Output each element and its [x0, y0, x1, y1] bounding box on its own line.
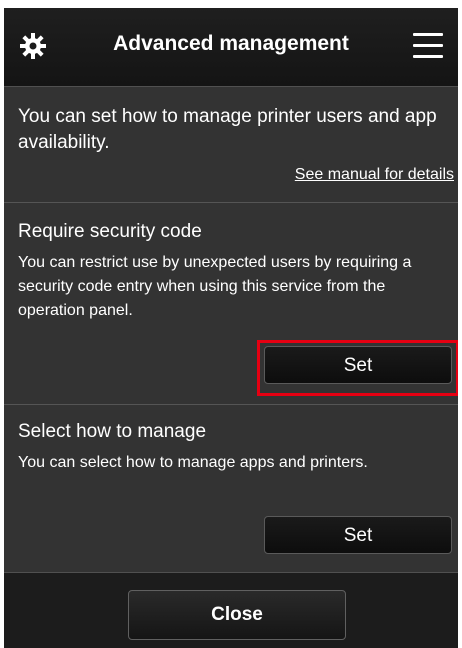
menu-bar	[413, 44, 443, 47]
gear-icon[interactable]	[20, 33, 46, 59]
menu-bar	[413, 55, 443, 58]
menu-icon[interactable]	[413, 33, 443, 59]
close-button[interactable]: Close	[128, 590, 346, 640]
manage-description: You can select how to manage apps and pr…	[18, 454, 368, 471]
intro-text: You can set how to manage printer users …	[18, 106, 437, 153]
header-bar: Advanced management	[4, 8, 458, 87]
footer-bar: Close	[4, 572, 458, 648]
highlight-box	[257, 340, 458, 396]
section-divider	[4, 404, 458, 405]
page-title: Advanced management	[113, 32, 349, 55]
see-manual-link[interactable]: See manual for details	[295, 166, 454, 184]
manage-set-button[interactable]: Set	[264, 516, 452, 554]
manage-heading: Select how to manage	[18, 421, 207, 442]
section-divider	[4, 202, 458, 203]
security-code-description: You can restrict use by unexpected users…	[18, 254, 412, 319]
advanced-management-screen: Advanced management You can set how to m…	[4, 8, 458, 648]
menu-bar	[413, 33, 443, 36]
security-code-heading: Require security code	[18, 221, 202, 242]
